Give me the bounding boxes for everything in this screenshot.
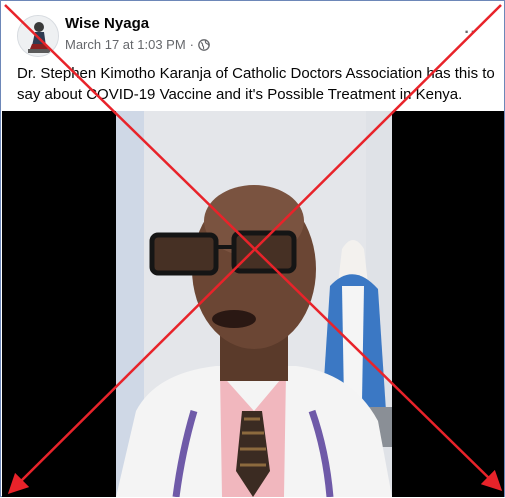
author-name[interactable]: Wise Nyaga (65, 15, 149, 32)
post-card: Wise Nyaga March 17 at 1:03 PM · ·· Dr. … (0, 0, 505, 497)
post-caption: Dr. Stephen Kimotho Karanja of Catholic … (17, 65, 495, 103)
post-header: Wise Nyaga March 17 at 1:03 PM · ·· (17, 15, 497, 59)
more-options-icon[interactable]: ·· (464, 25, 477, 41)
avatar[interactable] (17, 15, 59, 57)
video-player[interactable] (2, 111, 504, 497)
post-meta: March 17 at 1:03 PM · (65, 37, 210, 52)
post-date[interactable]: March 17 at 1:03 PM (65, 37, 186, 52)
meta-separator: · (189, 37, 195, 52)
globe-icon (198, 38, 210, 51)
avatar-image (18, 16, 58, 56)
video-frame (116, 111, 392, 497)
